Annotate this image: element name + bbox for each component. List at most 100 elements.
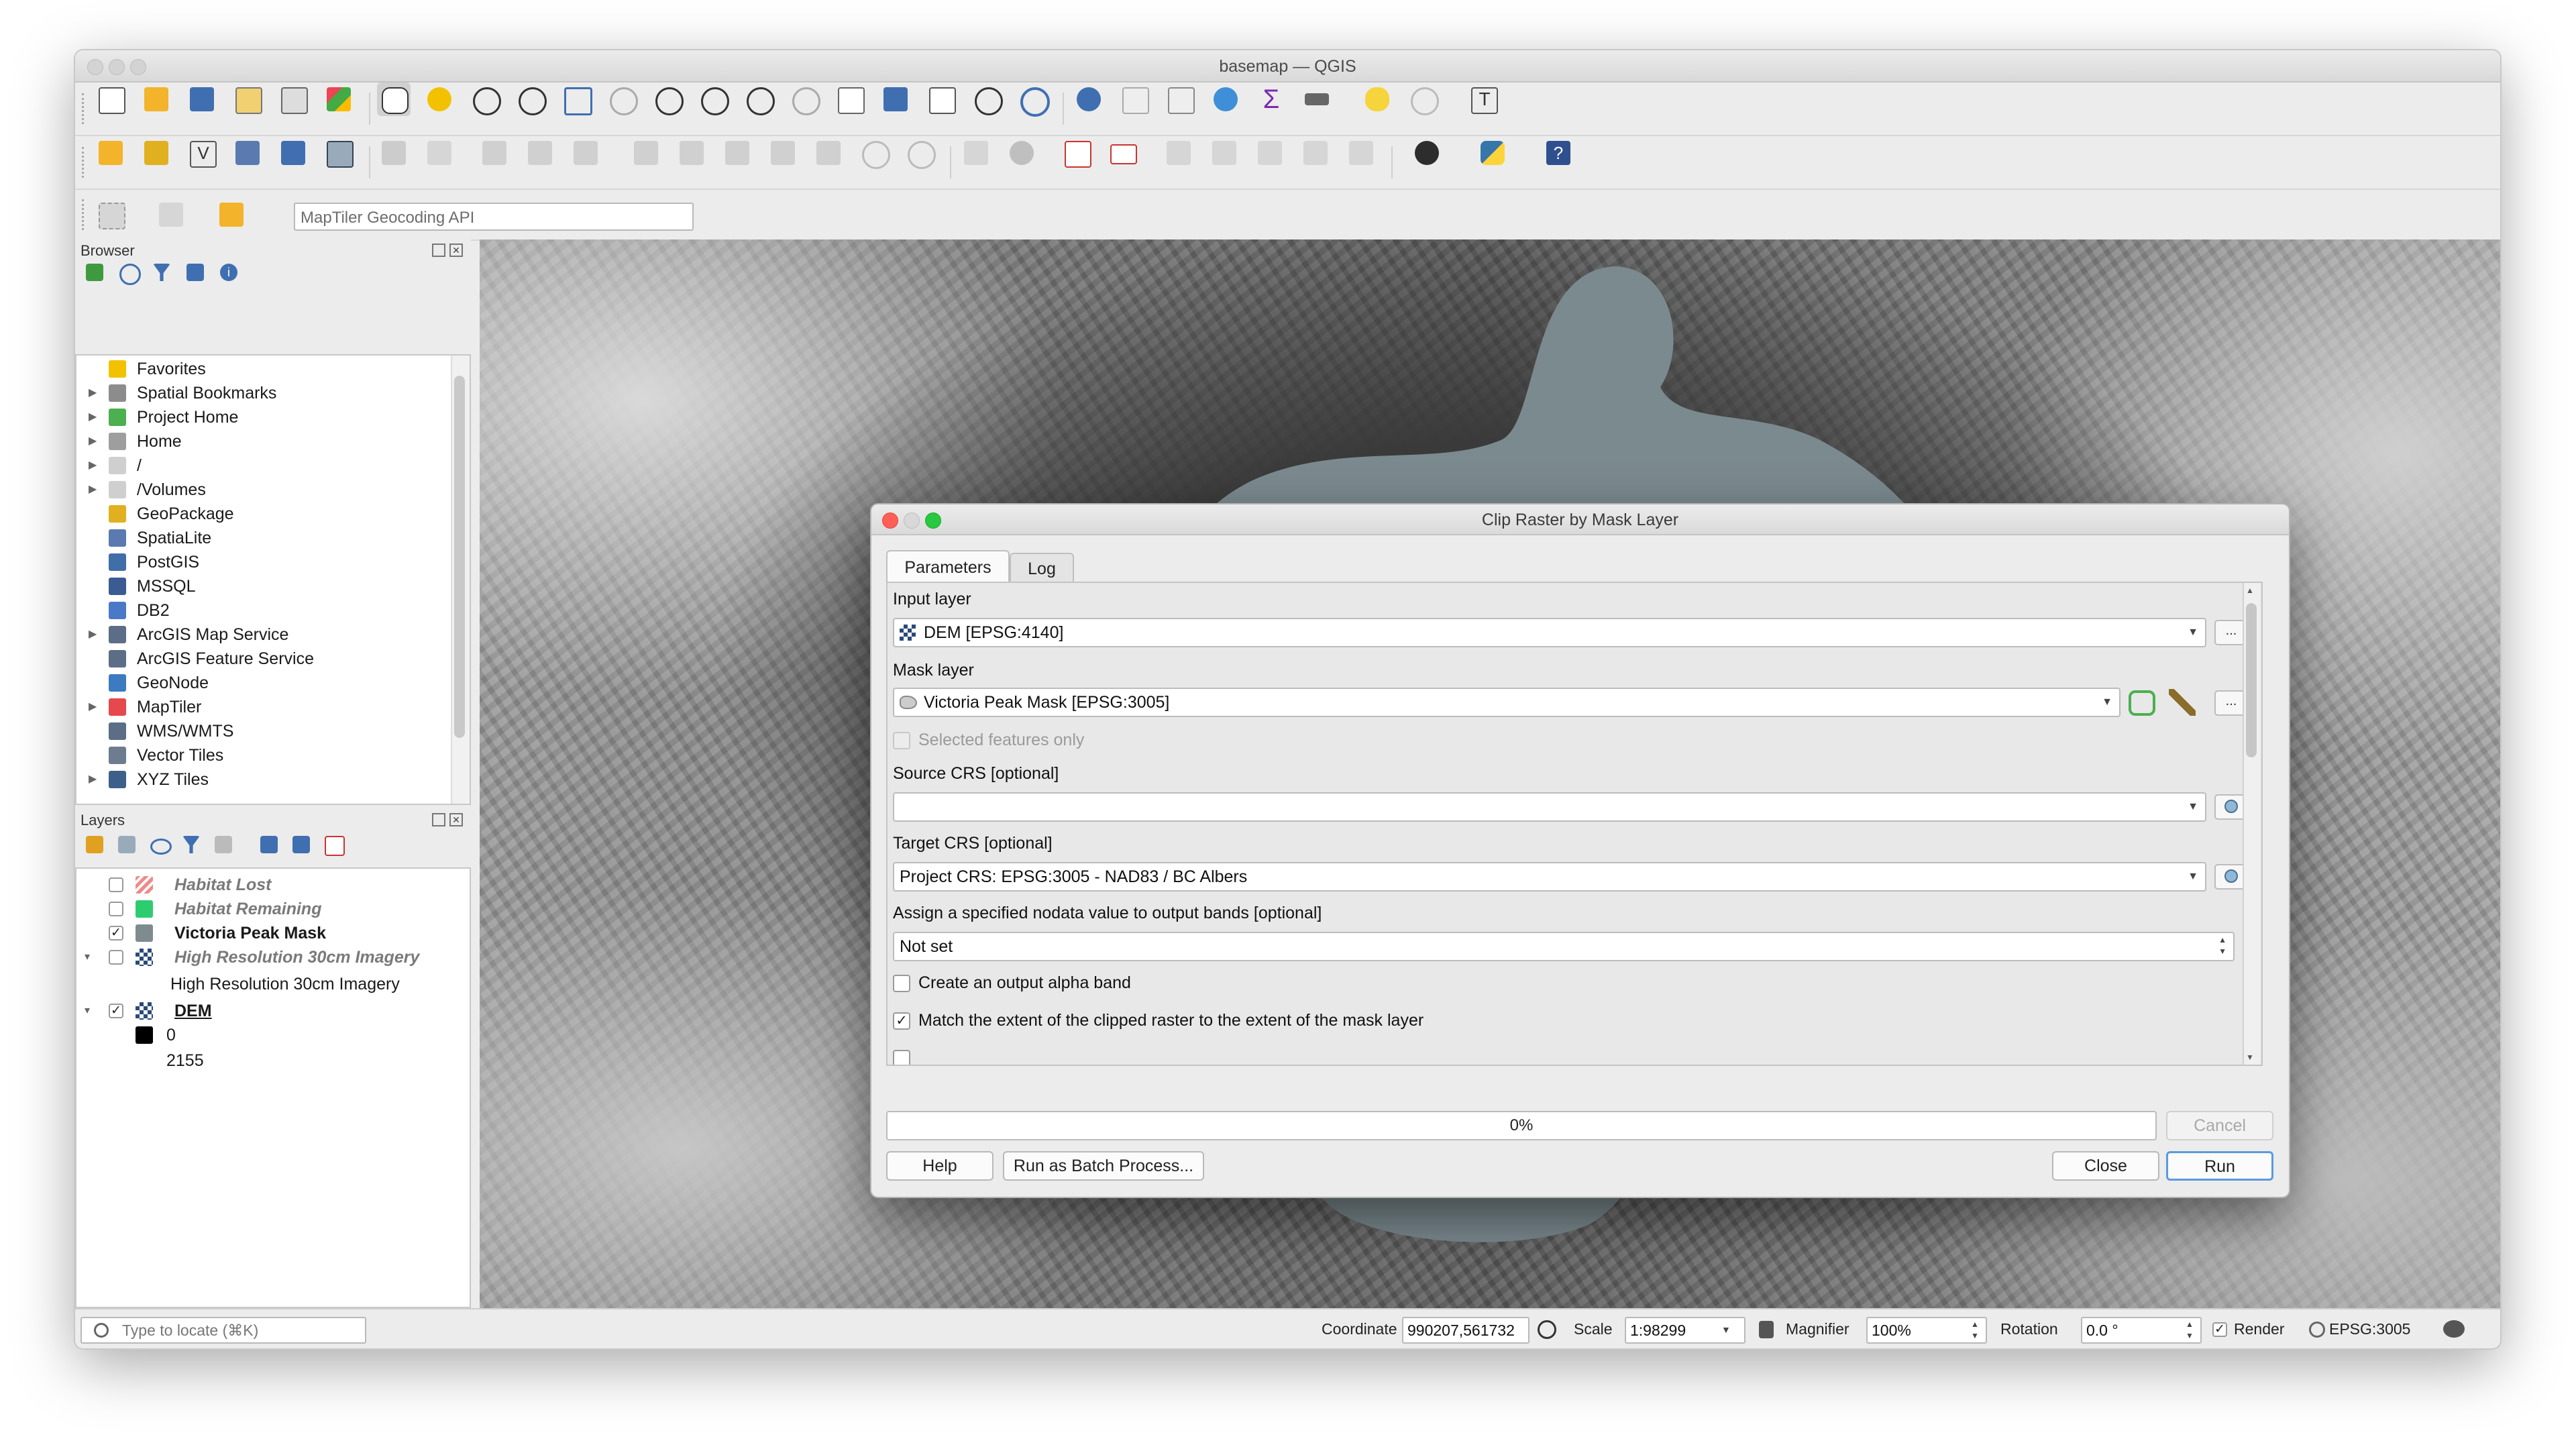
browser-item[interactable]: ▶ Home bbox=[76, 429, 452, 453]
toggle-extents-icon[interactable] bbox=[1538, 1320, 1556, 1339]
browser-properties-button[interactable]: i bbox=[216, 260, 243, 286]
browser-item[interactable]: ▶ MapTiler bbox=[76, 695, 452, 719]
expand-arrow-icon[interactable]: ▶ bbox=[89, 478, 97, 502]
browser-item[interactable]: ▶ /Volumes bbox=[76, 478, 452, 502]
iterate-features-icon[interactable] bbox=[2129, 690, 2155, 716]
pin-labels-button[interactable] bbox=[1162, 136, 1195, 170]
python-console-button[interactable] bbox=[1476, 136, 1509, 170]
wrench-icon[interactable] bbox=[2169, 689, 2196, 716]
add-group-button[interactable] bbox=[114, 832, 141, 859]
move-label-button[interactable] bbox=[1253, 136, 1287, 170]
identify-features-button[interactable] bbox=[1072, 83, 1106, 116]
keep-resolution-checkbox[interactable] bbox=[893, 1050, 910, 1065]
expand-arrow-icon[interactable]: ▶ bbox=[89, 381, 97, 405]
new-temporary-layer-button[interactable] bbox=[276, 136, 310, 170]
rotation-field[interactable]: 0.0 ° bbox=[2081, 1317, 2202, 1344]
statistical-summary-button[interactable]: Σ bbox=[1254, 83, 1288, 116]
layer-visibility-checkbox[interactable] bbox=[109, 902, 123, 916]
toolbar-grip[interactable] bbox=[82, 147, 89, 178]
parameters-scrollbar[interactable]: ▲ ▼ bbox=[2243, 583, 2260, 1065]
toolbar-grip[interactable] bbox=[82, 93, 89, 124]
zoom-in-button[interactable] bbox=[468, 83, 502, 116]
expand-arrow-icon[interactable]: ▶ bbox=[89, 405, 97, 429]
expand-arrow-icon[interactable]: ▶ bbox=[89, 453, 97, 478]
rotate-label-button[interactable] bbox=[1299, 136, 1332, 170]
map-tips-button[interactable] bbox=[1360, 83, 1394, 116]
zoom-native-button[interactable] bbox=[696, 83, 730, 116]
browser-item[interactable]: DB2 bbox=[76, 598, 452, 623]
new-project-button[interactable] bbox=[94, 83, 127, 116]
browser-item[interactable]: GeoPackage bbox=[76, 502, 452, 526]
float-panel-icon[interactable] bbox=[432, 813, 445, 826]
layer-diagram-options-button[interactable] bbox=[1005, 136, 1038, 170]
layer-item[interactable]: Habitat Remaining bbox=[76, 897, 466, 921]
browser-item[interactable]: GeoNode bbox=[76, 671, 452, 695]
mask-layer-select[interactable]: Victoria Peak Mask [EPSG:3005] ▼ bbox=[893, 688, 2121, 717]
pan-map-button[interactable] bbox=[377, 83, 411, 116]
filter-by-expression-button[interactable] bbox=[211, 832, 244, 859]
geocoder-search-input[interactable]: MapTiler Geocoding API bbox=[294, 203, 694, 231]
browser-refresh-button[interactable] bbox=[115, 260, 142, 286]
open-attribute-table-button[interactable] bbox=[1118, 83, 1151, 116]
zoom-out-button[interactable] bbox=[514, 83, 547, 116]
zoom-to-coordinates-button[interactable] bbox=[1406, 83, 1440, 116]
browser-item[interactable]: Vector Tiles bbox=[76, 743, 452, 767]
vertex-tool-button[interactable] bbox=[569, 136, 602, 170]
close-panel-icon[interactable]: ✕ bbox=[449, 244, 463, 257]
run-batch-button[interactable]: Run as Batch Process... bbox=[1003, 1151, 1204, 1181]
spinbox-stepper-icon[interactable]: ▲ ▼ bbox=[2218, 934, 2226, 957]
save-layer-edits-button[interactable] bbox=[478, 136, 511, 170]
tab-parameters[interactable]: Parameters bbox=[886, 550, 1010, 582]
layer-visibility-checkbox[interactable]: ✓ bbox=[109, 926, 123, 941]
tab-log[interactable]: Log bbox=[1010, 553, 1074, 582]
rotation-stepper-icon[interactable]: ▲ ▼ bbox=[2186, 1319, 2194, 1342]
help-button[interactable]: Help bbox=[886, 1151, 994, 1181]
close-panel-icon[interactable]: ✕ bbox=[449, 813, 463, 826]
collapse-arrow-icon[interactable]: ▾ bbox=[85, 945, 90, 969]
browser-collapse-button[interactable] bbox=[182, 260, 209, 286]
collapse-all-button[interactable] bbox=[288, 832, 315, 859]
redo-button[interactable] bbox=[903, 136, 936, 170]
zoom-next-button[interactable] bbox=[788, 83, 821, 116]
layer-visibility-checkbox[interactable] bbox=[109, 877, 123, 892]
remove-layer-button[interactable] bbox=[321, 832, 347, 859]
browser-item[interactable]: ▶ Spatial Bookmarks bbox=[76, 381, 452, 405]
layer-item[interactable]: ▾ High Resolution 30cm Imagery bbox=[76, 945, 466, 969]
layer-item[interactable]: Habitat Lost bbox=[76, 873, 466, 897]
change-label-button[interactable] bbox=[1344, 136, 1378, 170]
browser-scrollbar[interactable] bbox=[451, 356, 470, 804]
current-edits-button[interactable] bbox=[377, 136, 411, 170]
new-shapefile-layer-button[interactable]: V bbox=[185, 136, 219, 170]
browser-item[interactable]: MSSQL bbox=[76, 574, 452, 598]
layer-item[interactable]: ▾ ✓ DEM bbox=[76, 999, 466, 1023]
undo-button[interactable] bbox=[857, 136, 891, 170]
style-manager-button[interactable] bbox=[322, 83, 356, 116]
toolbar-grip[interactable] bbox=[82, 199, 89, 230]
add-feature-button[interactable] bbox=[523, 136, 557, 170]
select-by-expression-button[interactable] bbox=[215, 198, 248, 231]
crs-status-button[interactable]: EPSG:3005 bbox=[2329, 1320, 2410, 1338]
scroll-up-icon[interactable]: ▲ bbox=[2246, 586, 2254, 595]
coordinate-field[interactable]: 990207,561732 bbox=[1402, 1317, 1529, 1344]
manage-visibility-button[interactable] bbox=[146, 832, 173, 859]
show-hide-labels-button[interactable] bbox=[1208, 136, 1241, 170]
refresh-button[interactable] bbox=[1016, 83, 1050, 117]
legend-item[interactable]: High Resolution 30cm Imagery bbox=[76, 972, 466, 996]
expand-arrow-icon[interactable]: ▶ bbox=[89, 767, 97, 792]
label-abc-red-button[interactable] bbox=[1106, 136, 1139, 170]
run-button[interactable]: Run bbox=[2166, 1151, 2273, 1181]
input-layer-select[interactable]: DEM [EPSG:4140] ▼ bbox=[893, 618, 2206, 647]
alpha-band-checkbox[interactable] bbox=[893, 975, 910, 992]
lock-icon[interactable] bbox=[1759, 1321, 1774, 1338]
new-spatialite-layer-button[interactable] bbox=[231, 136, 264, 170]
expand-all-button[interactable] bbox=[256, 832, 283, 859]
field-calculator-button[interactable] bbox=[1163, 83, 1197, 116]
browser-scroll-thumb[interactable] bbox=[454, 376, 465, 738]
plugin-manager-button[interactable] bbox=[1410, 136, 1444, 170]
measure-line-button[interactable] bbox=[1300, 83, 1334, 116]
legend-item[interactable]: 0 bbox=[76, 1023, 466, 1047]
browser-item[interactable]: Favorites bbox=[76, 357, 452, 381]
browser-item[interactable]: ArcGIS Feature Service bbox=[76, 647, 452, 671]
scroll-down-icon[interactable]: ▼ bbox=[2246, 1053, 2254, 1062]
open-project-button[interactable] bbox=[140, 83, 173, 116]
